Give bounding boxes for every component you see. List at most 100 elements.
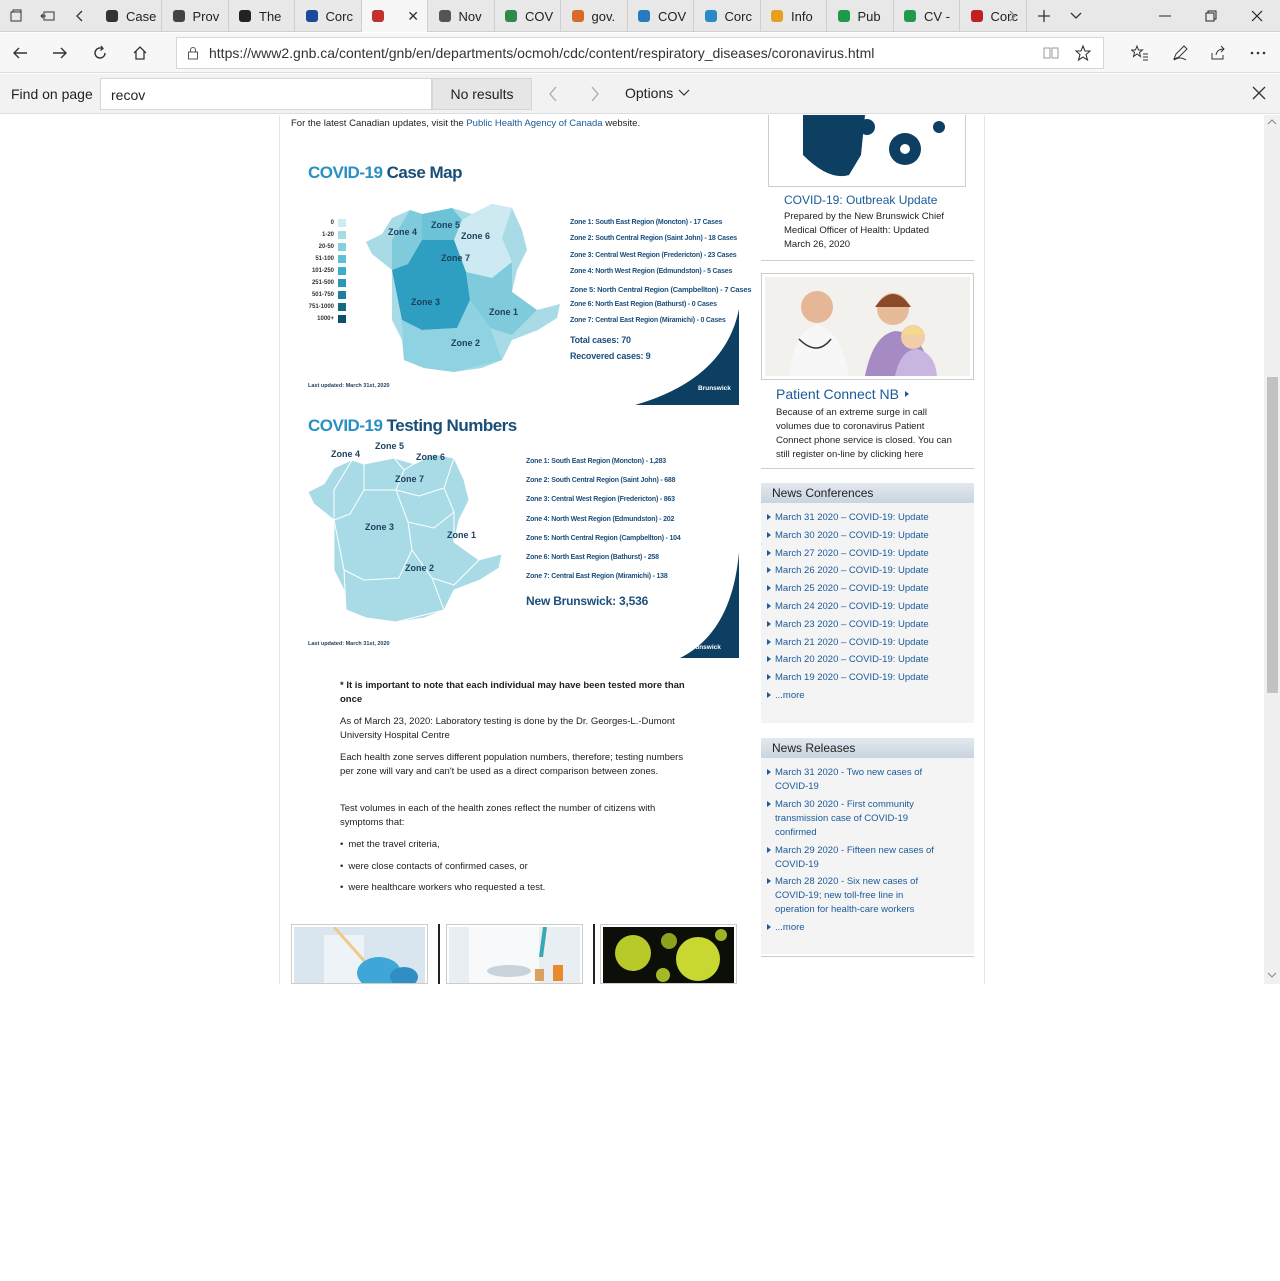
browser-tab[interactable]: Case [96, 0, 162, 32]
refresh-icon[interactable] [82, 37, 118, 69]
browser-tab[interactable]: Nov [429, 0, 495, 32]
minimize-icon[interactable] [1142, 0, 1188, 32]
find-input[interactable]: recov [100, 78, 432, 110]
scroll-tabs-left-icon[interactable] [64, 0, 96, 32]
lab-test-image[interactable] [291, 924, 428, 984]
new-tab-icon[interactable] [1028, 0, 1060, 32]
tab-label: The [259, 8, 282, 24]
tab-label: CV - [924, 8, 950, 24]
back-icon[interactable] [2, 37, 38, 69]
tab-actions-icon[interactable] [0, 0, 32, 32]
more-menu-icon[interactable] [1240, 37, 1276, 69]
releases-more-link[interactable]: ...more [767, 921, 935, 935]
legend-swatch [338, 255, 346, 263]
news-conference-link[interactable]: March 30 2020 – COVID-19: Update [767, 529, 965, 543]
intro-text: For the latest Canadian updates, visit t… [291, 118, 640, 130]
news-conference-link[interactable]: March 21 2020 – COVID-19: Update [767, 636, 965, 650]
browser-tab[interactable]: gov. [562, 0, 628, 32]
news-conference-link[interactable]: March 24 2020 – COVID-19: Update [767, 600, 965, 614]
forward-icon[interactable] [42, 37, 78, 69]
browser-tab[interactable]: CV - [894, 0, 960, 32]
find-previous-icon[interactable] [548, 86, 558, 105]
tab-label: Corc [325, 8, 353, 24]
browser-tab[interactable]: The [229, 0, 295, 32]
set-tabs-aside-icon[interactable] [32, 0, 64, 32]
restore-icon[interactable] [1188, 0, 1234, 32]
shield-icon [237, 8, 253, 24]
news-conference-link[interactable]: March 31 2020 – COVID-19: Update [767, 511, 965, 525]
url-text[interactable]: https://www2.gnb.ca/content/gnb/en/depar… [209, 45, 874, 61]
testing-map-zone-label: Zone 1 [447, 530, 477, 540]
bullet-dot: • [340, 839, 344, 850]
reading-view-icon[interactable] [1043, 46, 1059, 63]
news-conference-link[interactable]: March 25 2020 – COVID-19: Update [767, 582, 965, 596]
scroll-down-icon[interactable] [1267, 971, 1277, 979]
conferences-more-link[interactable]: ...more [767, 689, 965, 703]
close-tab-icon[interactable]: ✕ [407, 8, 419, 25]
testing-zone-entry: Zone 3: Central West Region (Fredericton… [526, 496, 675, 504]
fleurdelis-icon [304, 8, 320, 24]
news-conferences-panel: News Conferences March 31 2020 – COVID-1… [761, 483, 974, 723]
thumb-divider-2 [593, 924, 595, 984]
close-window-icon[interactable] [1234, 0, 1280, 32]
news-release-link[interactable]: March 29 2020 - Fifteen new cases of COV… [767, 844, 935, 872]
symptom-criteria-item: • were close contacts of confirmed cases,… [340, 860, 528, 874]
news-conference-link[interactable]: March 26 2020 – COVID-19: Update [767, 564, 965, 578]
phac-link[interactable]: Public Health Agency of Canada [466, 118, 602, 129]
favorite-star-icon[interactable] [1074, 44, 1092, 64]
web-note-pen-icon[interactable] [1162, 37, 1198, 69]
sidebar-divider-2 [761, 468, 974, 469]
tab-label: COV [658, 8, 687, 24]
news-release-link[interactable]: March 31 2020 - Two new cases of COVID-1… [767, 766, 935, 794]
virus-image[interactable] [600, 924, 737, 984]
browser-tab[interactable]: COV [495, 0, 561, 32]
browser-tab[interactable]: Corc [695, 0, 761, 32]
volumes-paragraph: Test volumes in each of the health zones… [340, 803, 656, 828]
news-conference-link[interactable]: March 20 2020 – COVID-19: Update [767, 653, 965, 667]
browser-tab[interactable]: Corc [296, 0, 362, 32]
browser-tab[interactable]: COV [628, 0, 694, 32]
news-conference-link[interactable]: March 23 2020 – COVID-19: Update [767, 618, 965, 632]
home-icon[interactable] [122, 37, 158, 69]
news-release-link[interactable]: March 30 2020 - First community transmis… [767, 798, 935, 840]
legend-entry: 501-750 [300, 291, 346, 299]
legend-label: 501-750 [311, 292, 334, 298]
case-map-zone-label: Zone 7 [441, 253, 471, 263]
testing-map-zone-label: Zone 5 [375, 441, 405, 451]
case-zone-entry: Zone 3: Central West Region (Fredericton… [570, 251, 737, 259]
legend-swatch [338, 315, 346, 323]
outbreak-update-image[interactable] [768, 115, 966, 187]
lock-icon[interactable] [177, 46, 209, 60]
news-conference-link[interactable]: March 19 2020 – COVID-19: Update [767, 671, 965, 685]
vertical-scrollbar[interactable] [1264, 115, 1280, 984]
chevron-down-icon [678, 89, 690, 96]
testing-note: * It is important to note that each indi… [340, 680, 685, 705]
share-icon[interactable] [1200, 37, 1236, 69]
find-query[interactable]: recov [111, 87, 145, 103]
favorites-hub-icon[interactable] [1122, 37, 1158, 69]
flower-icon [570, 8, 586, 24]
browser-tab[interactable]: ✕ [362, 0, 428, 32]
close-find-icon[interactable] [1252, 86, 1266, 103]
pharmacy-image[interactable] [446, 924, 583, 984]
legend-entry: 101-250 [300, 267, 346, 275]
browser-tab[interactable]: Info [761, 0, 827, 32]
patient-connect-link[interactable]: Patient Connect NB [776, 386, 909, 402]
tab-label: Corc [724, 8, 752, 24]
scrollbar-thumb[interactable] [1267, 377, 1278, 693]
news-conference-link[interactable]: March 27 2020 – COVID-19: Update [767, 547, 965, 561]
tab-list-chevron-icon[interactable] [1060, 0, 1092, 32]
patient-connect-title[interactable]: Patient Connect NB [776, 386, 899, 402]
browser-tab[interactable]: Prov [163, 0, 229, 32]
plus-cross-icon [902, 8, 918, 24]
scroll-up-icon[interactable] [1267, 118, 1277, 126]
browser-tab[interactable]: Pub [828, 0, 894, 32]
find-options-button[interactable]: Options [625, 85, 690, 101]
find-next-icon[interactable] [590, 86, 600, 105]
scroll-tabs-right-icon[interactable] [996, 0, 1028, 32]
patient-connect-image[interactable] [761, 273, 974, 380]
news-release-link[interactable]: March 28 2020 - Six new cases of COVID-1… [767, 875, 935, 917]
url-field[interactable]: https://www2.gnb.ca/content/gnb/en/depar… [176, 37, 1104, 69]
symptom-criteria-item: • were healthcare workers who requested a… [340, 881, 545, 895]
outbreak-update-link[interactable]: COVID-19: Outbreak Update [784, 193, 937, 207]
